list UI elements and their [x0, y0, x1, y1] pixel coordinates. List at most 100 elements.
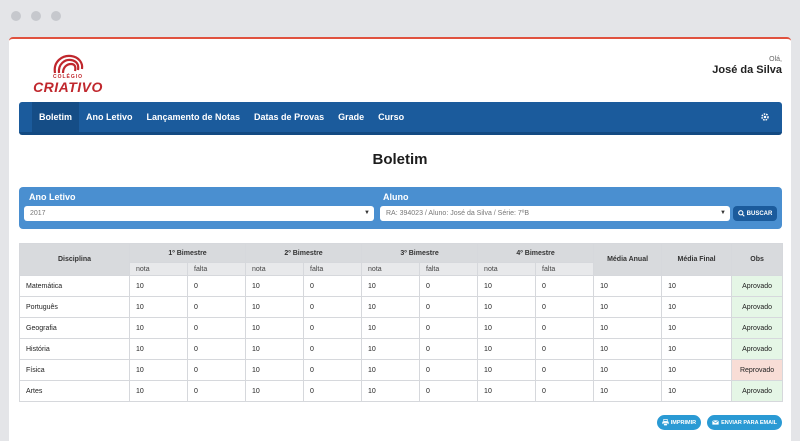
cell-falta: 0: [419, 338, 479, 360]
cell-nota: 10: [477, 296, 537, 318]
cell-subject: Matemática: [19, 275, 130, 297]
cell-media-anual: 10: [593, 275, 663, 297]
header-bimestre-1: 1º Bimestre: [128, 243, 247, 263]
logo-big-text: CRIATIVO: [33, 79, 103, 95]
cell-falta: 0: [186, 338, 247, 360]
envelope-icon: [712, 420, 719, 425]
header-obs: Obs: [731, 243, 784, 276]
subheader-falta: falta: [303, 262, 363, 276]
subheader-nota: nota: [245, 262, 305, 276]
cell-nota: 10: [245, 317, 305, 339]
nav-item-grade[interactable]: Grade: [331, 102, 371, 132]
subheader-nota: nota: [361, 262, 421, 276]
header-media-anual: Média Anual: [593, 243, 663, 276]
cell-nota: 10: [245, 338, 305, 360]
header-media-final: Média Final: [661, 243, 733, 276]
cell-nota: 10: [245, 296, 305, 318]
cell-nota: 10: [361, 380, 421, 402]
cell-falta: 0: [303, 359, 363, 381]
cell-nota: 10: [129, 380, 188, 402]
cell-media-anual: 10: [593, 338, 663, 360]
cell-falta: 0: [419, 296, 479, 318]
cell-falta: 0: [303, 380, 363, 402]
cell-falta: 0: [535, 380, 595, 402]
header-disciplina: Disciplina: [19, 243, 130, 276]
cell-nota: 10: [477, 338, 537, 360]
school-logo[interactable]: COLÉGIO CRIATIVO: [33, 53, 103, 95]
window-dot[interactable]: [31, 11, 41, 21]
cell-falta: 0: [186, 359, 247, 381]
subheader-nota: nota: [129, 262, 188, 276]
status-badge: Aprovado: [731, 317, 784, 339]
action-buttons: IMPRIMIR ENVIAR PARA EMAIL: [656, 415, 782, 430]
table-row: Geografia 10 0 10 0 10 0 10 0 10 10 Apro…: [19, 317, 784, 339]
student-select[interactable]: RA: 394023 / Aluno: José da Silva / Séri…: [380, 206, 730, 221]
cell-media-anual: 10: [593, 317, 663, 339]
grades-table: Disciplina 1º Bimestre 2º Bimestre 3º Bi…: [19, 243, 784, 402]
nav-item-boletim[interactable]: Boletim: [32, 102, 80, 132]
main-nav: Boletim Ano Letivo Lançamento de Notas D…: [19, 102, 782, 135]
cell-nota: 10: [361, 359, 421, 381]
cell-nota: 10: [361, 275, 421, 297]
table-row: Física 10 0 10 0 10 0 10 0 10 10 Reprova…: [19, 359, 784, 381]
subheader-nota: nota: [477, 262, 537, 276]
gear-icon[interactable]: [760, 112, 770, 122]
student-label: Aluno: [383, 192, 409, 202]
cell-nota: 10: [477, 275, 537, 297]
cell-media-final: 10: [661, 317, 733, 339]
chevron-down-icon: ▼: [720, 210, 726, 216]
nav-item-lancamento-notas[interactable]: Lançamento de Notas: [140, 102, 248, 132]
header-bimestre-2: 2º Bimestre: [245, 243, 363, 263]
cell-subject: Física: [19, 359, 130, 381]
greeting-text: Olá,: [769, 56, 782, 63]
window-dot[interactable]: [51, 11, 61, 21]
cell-nota: 10: [361, 296, 421, 318]
cell-falta: 0: [535, 296, 595, 318]
cell-media-final: 10: [661, 338, 733, 360]
cell-falta: 0: [303, 338, 363, 360]
cell-media-final: 10: [661, 380, 733, 402]
year-select[interactable]: 2017 ▼: [24, 206, 374, 221]
print-button[interactable]: IMPRIMIR: [656, 415, 702, 430]
table-row: Artes 10 0 10 0 10 0 10 0 10 10 Aprovado: [19, 380, 784, 402]
cell-media-anual: 10: [593, 359, 663, 381]
subheader-falta: falta: [535, 262, 595, 276]
user-name[interactable]: José da Silva: [712, 64, 782, 76]
search-button[interactable]: BUSCAR: [733, 206, 777, 221]
email-button-label: ENVIAR PARA EMAIL: [721, 419, 777, 426]
cell-falta: 0: [303, 296, 363, 318]
cell-subject: Português: [19, 296, 130, 318]
cell-media-anual: 10: [593, 296, 663, 318]
email-button[interactable]: ENVIAR PARA EMAIL: [707, 415, 782, 430]
cell-nota: 10: [361, 338, 421, 360]
cell-nota: 10: [129, 338, 188, 360]
print-button-label: IMPRIMIR: [670, 419, 697, 426]
cell-falta: 0: [535, 338, 595, 360]
cell-subject: História: [19, 338, 130, 360]
header-bimestre-4: 4º Bimestre: [477, 243, 595, 263]
filter-panel: Ano Letivo 2017 ▼ Aluno RA: 394023 / Alu…: [19, 187, 782, 229]
window-dot[interactable]: [11, 11, 21, 21]
cell-falta: 0: [419, 275, 479, 297]
cell-nota: 10: [477, 359, 537, 381]
cell-falta: 0: [535, 317, 595, 339]
search-button-label: BUSCAR: [746, 210, 773, 217]
nav-item-curso[interactable]: Curso: [371, 102, 411, 132]
cell-falta: 0: [535, 275, 595, 297]
cell-nota: 10: [361, 317, 421, 339]
status-badge: Aprovado: [731, 296, 784, 318]
table-row: História 10 0 10 0 10 0 10 0 10 10 Aprov…: [19, 338, 784, 360]
header-bimestre-3: 3º Bimestre: [361, 243, 479, 263]
cell-nota: 10: [129, 296, 188, 318]
cell-falta: 0: [419, 359, 479, 381]
status-badge: Reprovado: [731, 359, 784, 381]
cell-nota: 10: [245, 275, 305, 297]
cell-falta: 0: [186, 275, 247, 297]
nav-item-ano-letivo[interactable]: Ano Letivo: [79, 102, 140, 132]
nav-item-datas-provas[interactable]: Datas de Provas: [247, 102, 331, 132]
cell-falta: 0: [419, 317, 479, 339]
cell-nota: 10: [245, 359, 305, 381]
table-row: Matemática 10 0 10 0 10 0 10 0 10 10 Apr…: [19, 275, 784, 297]
year-label: Ano Letivo: [29, 192, 76, 202]
subheader-falta: falta: [186, 262, 247, 276]
